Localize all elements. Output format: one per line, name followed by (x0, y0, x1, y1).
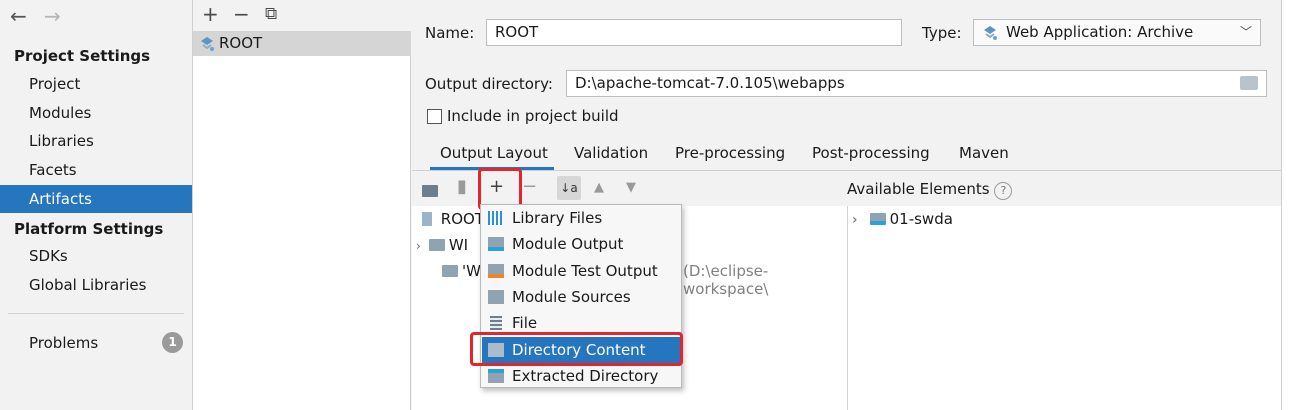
artifact-list-item[interactable]: ROOT (193, 31, 411, 56)
include-in-build-checkbox[interactable] (427, 109, 442, 124)
problems-count-badge: 1 (162, 332, 183, 353)
sidebar-item-project[interactable]: Project (0, 70, 192, 98)
tab-pre-processing[interactable]: Pre-processing (675, 140, 785, 170)
tab-post-processing[interactable]: Post-processing (812, 140, 930, 170)
extracted-directory-icon (488, 369, 504, 383)
sidebar-item-artifacts[interactable]: Artifacts (0, 185, 192, 213)
sidebar-item-sdks[interactable]: SDKs (0, 242, 192, 270)
tab-maven[interactable]: Maven (959, 140, 1009, 170)
sidebar-item-modules[interactable]: Modules (0, 99, 192, 127)
back-arrow-icon[interactable]: ← (10, 4, 27, 28)
archive-icon[interactable]: ▮ (457, 176, 467, 197)
menu-item-module-output[interactable]: Module Output (482, 231, 680, 257)
forward-arrow-icon[interactable]: → (44, 4, 61, 28)
file-icon (490, 316, 502, 330)
tab-validation[interactable]: Validation (574, 140, 648, 170)
output-directory-field[interactable]: D:\apache-tomcat-7.0.105\webapps (566, 70, 1267, 97)
sidebar-divider (8, 313, 184, 314)
chevron-down-icon: ﹀ (1239, 25, 1252, 39)
menu-item-extracted-directory[interactable]: Extracted Directory (482, 363, 680, 389)
folder-icon (442, 265, 458, 277)
menu-item-library-files[interactable]: Library Files (482, 205, 680, 231)
settings-sidebar: ← → Project Settings Project Modules Lib… (0, 0, 193, 410)
name-field[interactable]: ROOT (486, 19, 902, 46)
create-directory-icon[interactable] (422, 180, 442, 201)
tree-row-web-content[interactable]: 'W (442, 262, 481, 280)
sidebar-item-facets[interactable]: Facets (0, 156, 192, 184)
sidebar-item-libraries[interactable]: Libraries (0, 127, 192, 155)
library-icon (488, 211, 504, 225)
menu-item-module-sources[interactable]: Module Sources (482, 284, 680, 310)
folder-icon (428, 239, 445, 251)
available-elements-panel: › 01-swda (847, 206, 1281, 410)
tab-output-layout[interactable]: Output Layout (430, 140, 554, 170)
move-up-icon[interactable]: ▲ (594, 180, 604, 195)
archive-icon (422, 212, 432, 226)
window-right-edge (1281, 0, 1303, 410)
chevron-right-icon: › (416, 239, 421, 253)
sort-elements-icon[interactable]: ↓a z (557, 176, 581, 219)
module-folder-icon (488, 237, 504, 251)
output-directory-value: D:\apache-tomcat-7.0.105\webapps (575, 74, 845, 92)
tree-row-path-hint: (D:\eclipse-workspace\ (683, 262, 769, 298)
sidebar-item-global-libraries[interactable]: Global Libraries (0, 271, 192, 299)
move-down-icon[interactable]: ▼ (626, 180, 636, 195)
annotation-highlight-directory-content (470, 332, 683, 366)
output-directory-label: Output directory: (425, 75, 553, 93)
artifact-list-panel: + − ⧉ ROOT (193, 0, 411, 410)
include-in-build-label: Include in project build (447, 107, 619, 125)
type-select-value: Web Application: Archive (1006, 23, 1194, 41)
chevron-right-icon: › (852, 212, 858, 228)
menu-item-module-test-output[interactable]: Module Test Output (482, 258, 680, 284)
source-folder-icon (488, 290, 504, 304)
artifact-name: ROOT (219, 34, 263, 52)
type-select[interactable]: Web Application: Archive ﹀ (973, 19, 1261, 46)
module-folder-icon (869, 213, 886, 225)
type-label: Type: (922, 24, 962, 42)
browse-folder-icon[interactable] (1240, 76, 1258, 90)
remove-artifact-icon[interactable]: − (233, 2, 250, 26)
tree-row-root[interactable]: ROOT (422, 210, 484, 228)
module-test-folder-icon (488, 264, 504, 278)
platform-settings-heading: Platform Settings (14, 220, 164, 238)
name-label: Name: (425, 24, 475, 42)
add-artifact-icon[interactable]: + (202, 2, 219, 26)
available-item[interactable]: › 01-swda (852, 210, 953, 228)
copy-artifact-icon[interactable]: ⧉ (265, 4, 277, 24)
project-settings-heading: Project Settings (14, 47, 151, 65)
available-elements-heading: Available Elements ? (847, 180, 1013, 200)
tab-divider (412, 170, 1281, 171)
help-icon[interactable]: ? (994, 182, 1013, 200)
web-archive-icon (201, 37, 214, 51)
tree-row-web-inf[interactable]: › WI (416, 236, 468, 254)
web-archive-icon (984, 26, 997, 40)
remove-element-icon[interactable]: − (522, 176, 537, 197)
artifact-list-toolbar: + − ⧉ (193, 0, 411, 31)
